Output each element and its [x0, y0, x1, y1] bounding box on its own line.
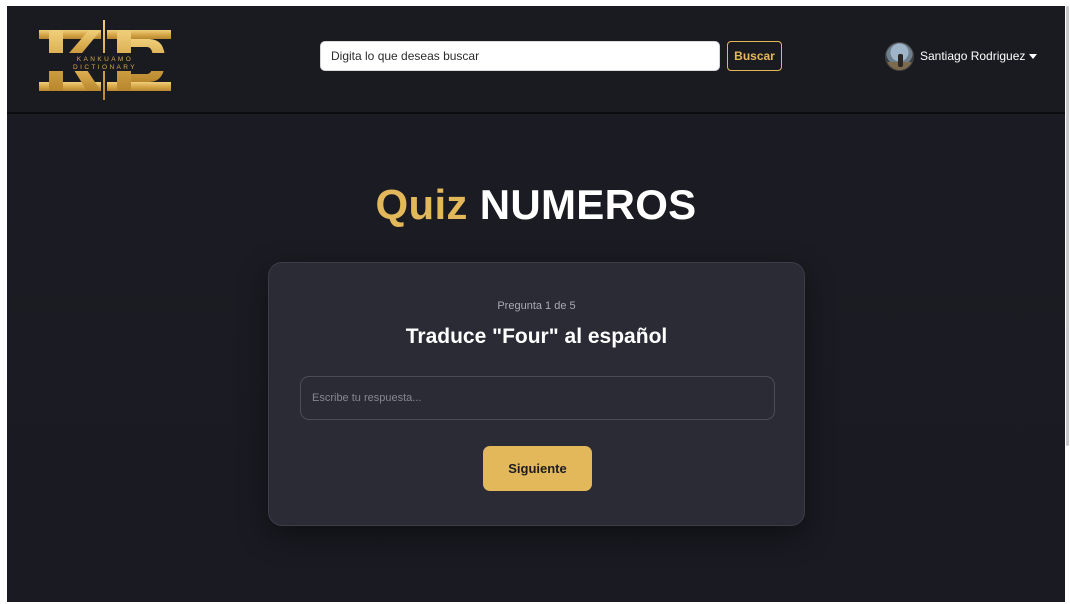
question-text: Traduce "Four" al español — [405, 325, 668, 348]
user-menu-toggle[interactable]: Santiago Rodriguez — [885, 40, 1038, 72]
app-window: KANKUAMO DICTIONARY Buscar Santiago Rodr… — [7, 6, 1065, 602]
search-button[interactable]: Buscar — [727, 41, 782, 71]
page-title-topic: NUMEROS — [479, 181, 697, 228]
logo-brand-top: KANKUAMO — [77, 56, 133, 63]
page-title: Quiz NUMEROS — [7, 181, 1065, 229]
page-title-prefix: Quiz — [375, 181, 468, 228]
logo-kd-emblem: KANKUAMO DICTIONARY — [39, 20, 171, 102]
question-counter: Pregunta 1 de 5 — [497, 300, 576, 312]
user-name: Santiago Rodriguez — [920, 49, 1026, 63]
navbar: KANKUAMO DICTIONARY Buscar Santiago Rodr… — [7, 6, 1065, 114]
next-button[interactable]: Siguiente — [483, 446, 592, 491]
quiz-card: Pregunta 1 de 5 Traduce "Four" al españo… — [268, 262, 805, 526]
avatar-figure — [898, 53, 903, 67]
avatar — [885, 41, 914, 71]
logo-link[interactable]: KANKUAMO DICTIONARY — [33, 12, 177, 102]
scrollbar-thumb[interactable] — [1066, 6, 1069, 446]
logo-brand-bottom: DICTIONARY — [73, 64, 137, 71]
caret-down-icon — [1029, 53, 1038, 59]
answer-input[interactable] — [300, 376, 775, 420]
search-input[interactable] — [320, 41, 720, 71]
